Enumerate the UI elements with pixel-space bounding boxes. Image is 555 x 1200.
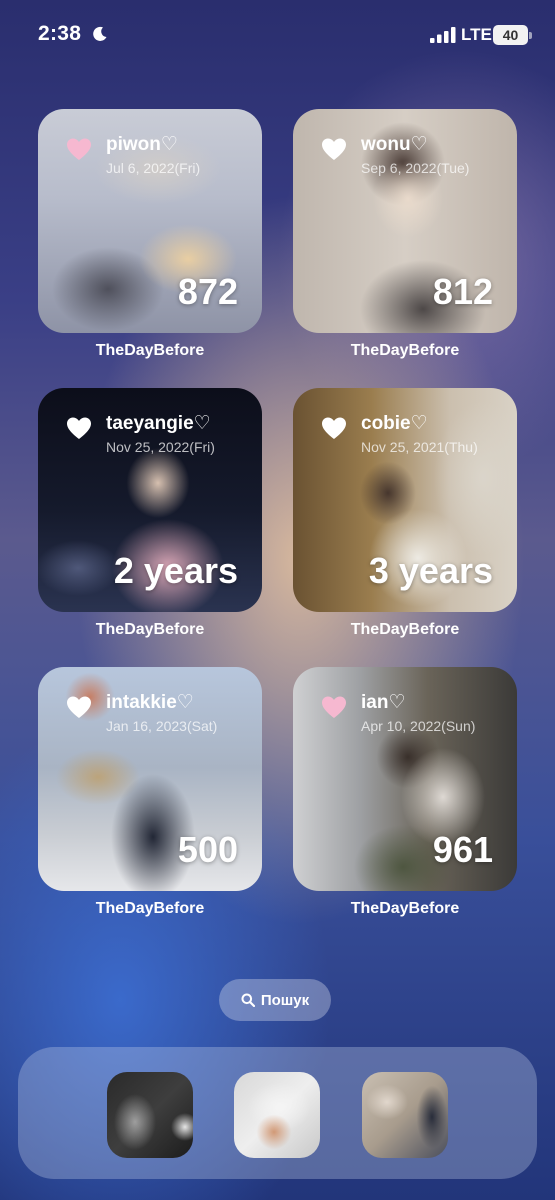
dock-app-2[interactable] bbox=[234, 1072, 320, 1158]
dock-app-3[interactable] bbox=[362, 1072, 448, 1158]
heart-icon bbox=[67, 417, 91, 439]
widget-name: ian♡ bbox=[361, 692, 406, 713]
network-type: LTE bbox=[461, 25, 492, 44]
widget-app-label: TheDayBefore bbox=[95, 900, 205, 917]
heart-shape bbox=[67, 696, 91, 718]
heart-icon bbox=[322, 138, 346, 160]
dock-app-1-thumbnail bbox=[107, 1072, 193, 1158]
battery-icon: 40 bbox=[493, 25, 532, 45]
widget-app-label: TheDayBefore bbox=[350, 900, 460, 917]
widget-ian[interactable]: ian♡ Apr 10, 2022(Sun) 961 bbox=[293, 667, 517, 891]
status-bar: 2:38 LTE 40 bbox=[0, 0, 555, 72]
widget-count: 500 bbox=[177, 829, 238, 870]
heart-shape bbox=[67, 417, 91, 439]
heart-icon bbox=[67, 138, 91, 160]
dock-app-3-thumbnail bbox=[362, 1072, 448, 1158]
heart-shape bbox=[322, 417, 346, 439]
widget-count: 3 years bbox=[368, 550, 493, 591]
widget-date: Sep 6, 2022(Tue) bbox=[361, 160, 470, 176]
heart-icon bbox=[322, 696, 346, 718]
cellular-signal-icon bbox=[430, 27, 456, 43]
widget-wonu[interactable]: wonu♡ Sep 6, 2022(Tue) 812 bbox=[293, 109, 517, 333]
widget-app-label: TheDayBefore bbox=[350, 342, 460, 359]
moon-icon bbox=[93, 26, 107, 41]
widget-count: 812 bbox=[432, 271, 493, 312]
heart-icon bbox=[67, 696, 91, 718]
widget-date: Jul 6, 2022(Fri) bbox=[106, 160, 201, 176]
widget-count: 2 years bbox=[113, 550, 238, 591]
widget-app-label: TheDayBefore bbox=[95, 621, 205, 638]
widget-app-label: TheDayBefore bbox=[350, 621, 460, 638]
widget-name: wonu♡ bbox=[361, 134, 428, 155]
heart-shape bbox=[322, 696, 346, 718]
widget-cobie[interactable]: cobie♡ Nov 25, 2021(Thu) 3 years bbox=[293, 388, 517, 612]
search-label: Пошук bbox=[260, 991, 310, 1009]
heart-icon bbox=[322, 417, 346, 439]
widget-date: Apr 10, 2022(Sun) bbox=[361, 718, 476, 734]
widget-app-label: TheDayBefore bbox=[95, 342, 205, 359]
dock-app-2-thumbnail bbox=[234, 1072, 320, 1158]
widget-intakkie[interactable]: intakkie♡ Jan 16, 2023(Sat) 500 bbox=[38, 667, 262, 891]
status-time: 2:38 bbox=[38, 22, 82, 45]
widget-name: piwon♡ bbox=[106, 134, 178, 155]
widget-taeyangie[interactable]: taeyangie♡ Nov 25, 2022(Fri) 2 years bbox=[38, 388, 262, 612]
dock-app-1[interactable] bbox=[107, 1072, 193, 1158]
dock bbox=[18, 1047, 537, 1179]
widget-date: Nov 25, 2022(Fri) bbox=[106, 439, 215, 455]
widget-piwon[interactable]: piwon♡ Jul 6, 2022(Fri) 872 bbox=[38, 109, 262, 333]
widget-count: 961 bbox=[432, 829, 493, 870]
widget-name: taeyangie♡ bbox=[106, 413, 211, 434]
heart-shape bbox=[322, 138, 346, 160]
heart-shape bbox=[67, 138, 91, 160]
search-icon bbox=[241, 993, 255, 1007]
widget-name: intakkie♡ bbox=[106, 692, 194, 713]
widget-date: Nov 25, 2021(Thu) bbox=[361, 439, 478, 455]
search-button[interactable]: Пошук bbox=[219, 979, 331, 1021]
widget-name: cobie♡ bbox=[361, 413, 428, 434]
widget-date: Jan 16, 2023(Sat) bbox=[106, 718, 218, 734]
widget-count: 872 bbox=[177, 271, 238, 312]
